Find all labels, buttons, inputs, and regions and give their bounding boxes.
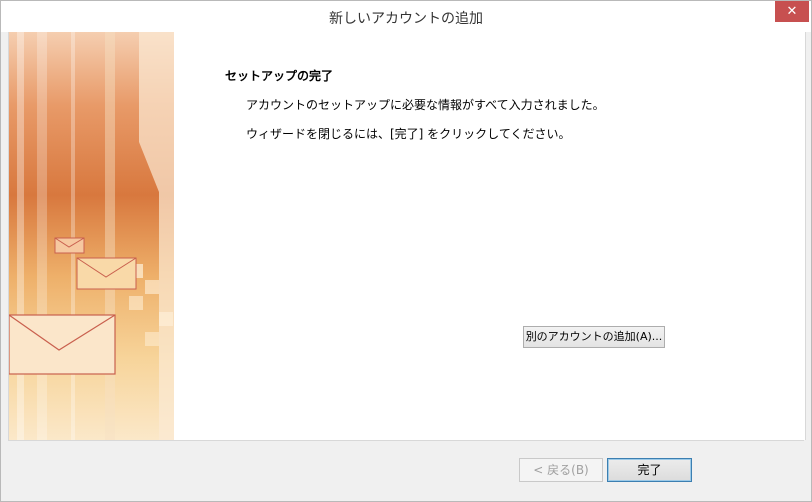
close-button[interactable]: ✕ [775, 1, 809, 22]
footer-divider [8, 440, 804, 441]
info-message: アカウントのセットアップに必要な情報がすべて入力されました。 [246, 98, 605, 112]
page-heading: セットアップの完了 [225, 69, 334, 83]
add-another-account-button[interactable]: 別のアカウントの追加(A)... [523, 326, 665, 348]
wizard-window: 新しいアカウントの追加 ✕ セットアップの完了 アカウントのセットアップに必要な… [0, 0, 812, 502]
instruction-message: ウィザードを閉じるには、[完了] をクリックしてください。 [246, 127, 571, 141]
close-icon: ✕ [786, 4, 798, 19]
wizard-content: セットアップの完了 アカウントのセットアップに必要な情報がすべて入力されました。… [8, 32, 806, 440]
envelope-banner-image [9, 32, 174, 440]
back-button[interactable]: < 戻る(B) [519, 458, 603, 482]
finish-button[interactable]: 完了 [607, 458, 692, 482]
window-title: 新しいアカウントの追加 [329, 11, 483, 27]
title-bar: 新しいアカウントの追加 ✕ [1, 1, 811, 32]
banner-artwork [9, 32, 174, 440]
